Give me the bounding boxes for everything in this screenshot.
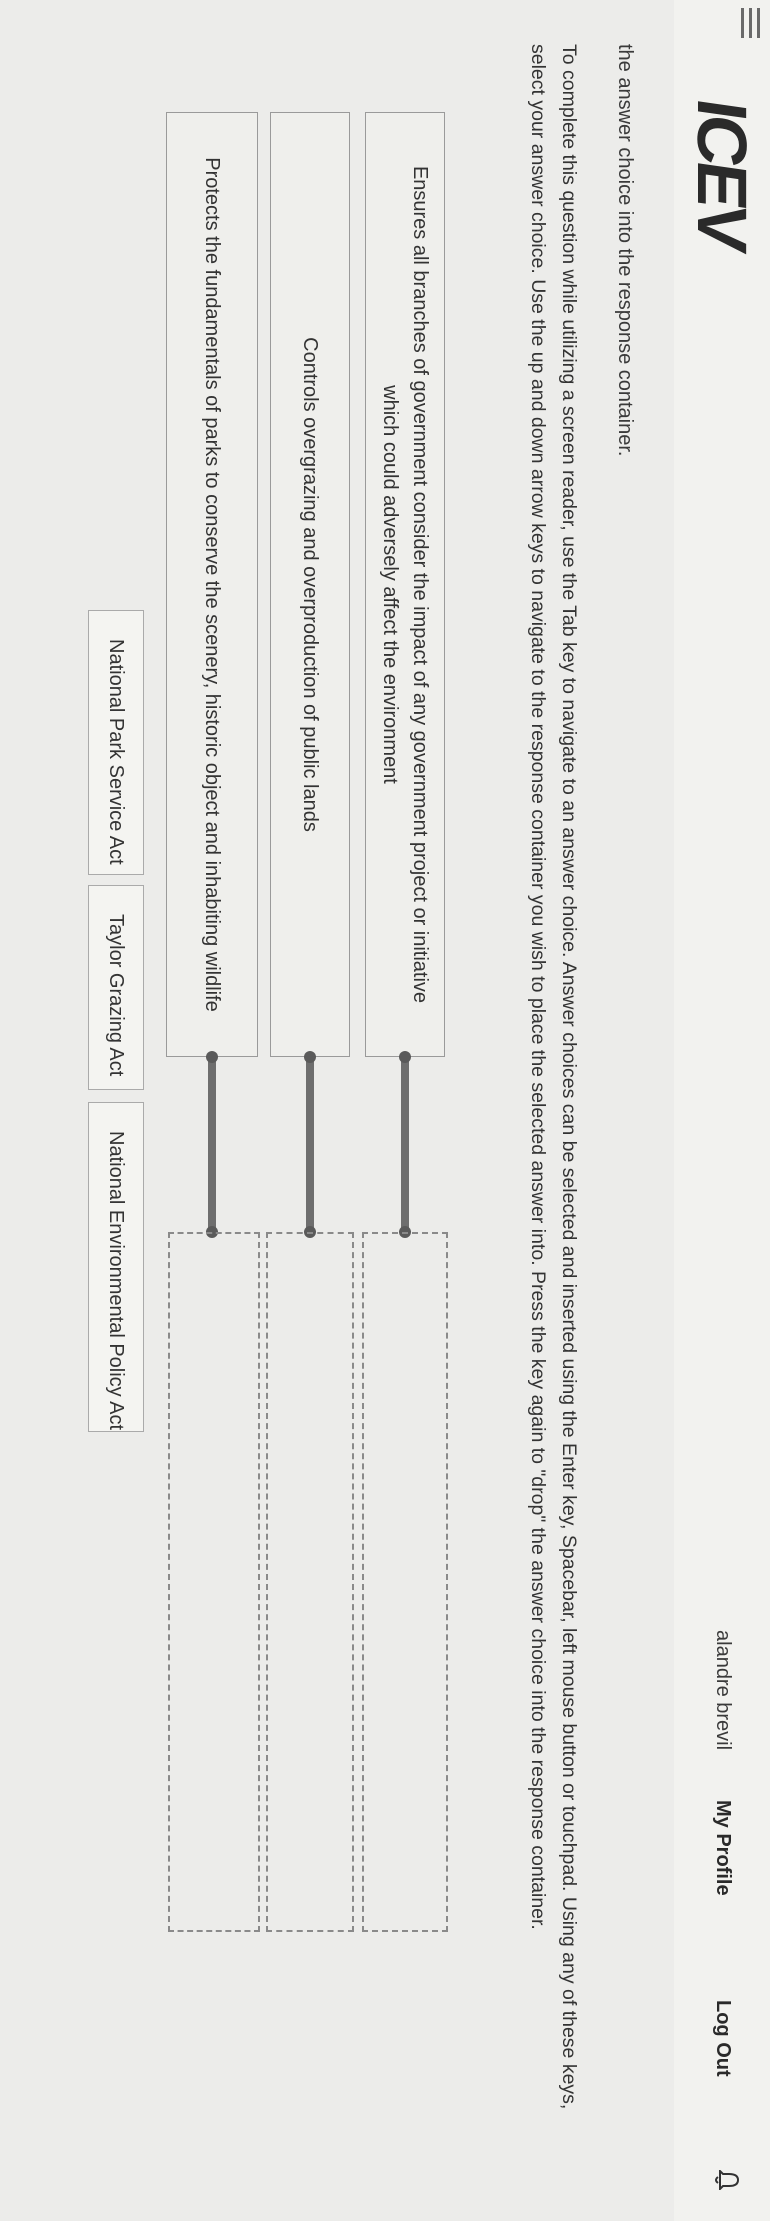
answer-choice-label: Taylor Grazing Act — [105, 914, 128, 1077]
prompt-box-2: Controls overgrazing and overproduction … — [270, 112, 350, 1057]
answer-choice-national-environmental-policy-act[interactable]: National Environmental Policy Act — [88, 1102, 144, 1432]
answer-choice-label: National Environmental Policy Act — [105, 1131, 128, 1431]
answer-choice-taylor-grazing-act[interactable]: Taylor Grazing Act — [88, 885, 144, 1090]
connector-start-dot — [399, 1051, 411, 1063]
hamburger-icon[interactable] — [736, 8, 760, 38]
screen: ICEV alandre brevil My Profile Log Out t… — [0, 0, 770, 2221]
response-container-3[interactable] — [168, 1232, 260, 1932]
log-out-link[interactable]: Log Out — [711, 2000, 734, 2077]
response-container-1[interactable] — [362, 1232, 448, 1932]
connector-start-dot — [304, 1051, 316, 1063]
answer-choice-national-park-service-act[interactable]: National Park Service Act — [88, 610, 144, 875]
question-page: ICEV alandre brevil My Profile Log Out t… — [0, 0, 770, 2221]
question-subtitle: the answer choice into the response cont… — [614, 44, 636, 457]
my-profile-link[interactable]: My Profile — [711, 1800, 734, 1896]
user-name: alandre brevil — [712, 1630, 734, 1751]
response-container-2[interactable] — [266, 1232, 354, 1932]
connector-line — [208, 1057, 216, 1232]
prompt-box-1: Ensures all branches of government consi… — [365, 112, 445, 1057]
prompt-text: Protects the fundamentals of parks to co… — [201, 157, 223, 1012]
connector-line — [306, 1057, 314, 1232]
prompt-text: Controls overgrazing and overproduction … — [299, 337, 321, 832]
answer-choice-label: National Park Service Act — [105, 639, 128, 865]
connector-start-dot — [206, 1051, 218, 1063]
prompt-box-3: Protects the fundamentals of parks to co… — [166, 112, 258, 1057]
prompt-text: Ensures all branches of government consi… — [379, 165, 431, 1004]
screen-reader-instructions: To complete this question while utilizin… — [527, 44, 580, 2110]
connector-line — [401, 1057, 409, 1232]
bell-icon[interactable] — [714, 2168, 740, 2192]
site-logo[interactable]: ICEV — [682, 94, 762, 253]
top-header: ICEV alandre brevil My Profile Log Out — [674, 0, 770, 2221]
